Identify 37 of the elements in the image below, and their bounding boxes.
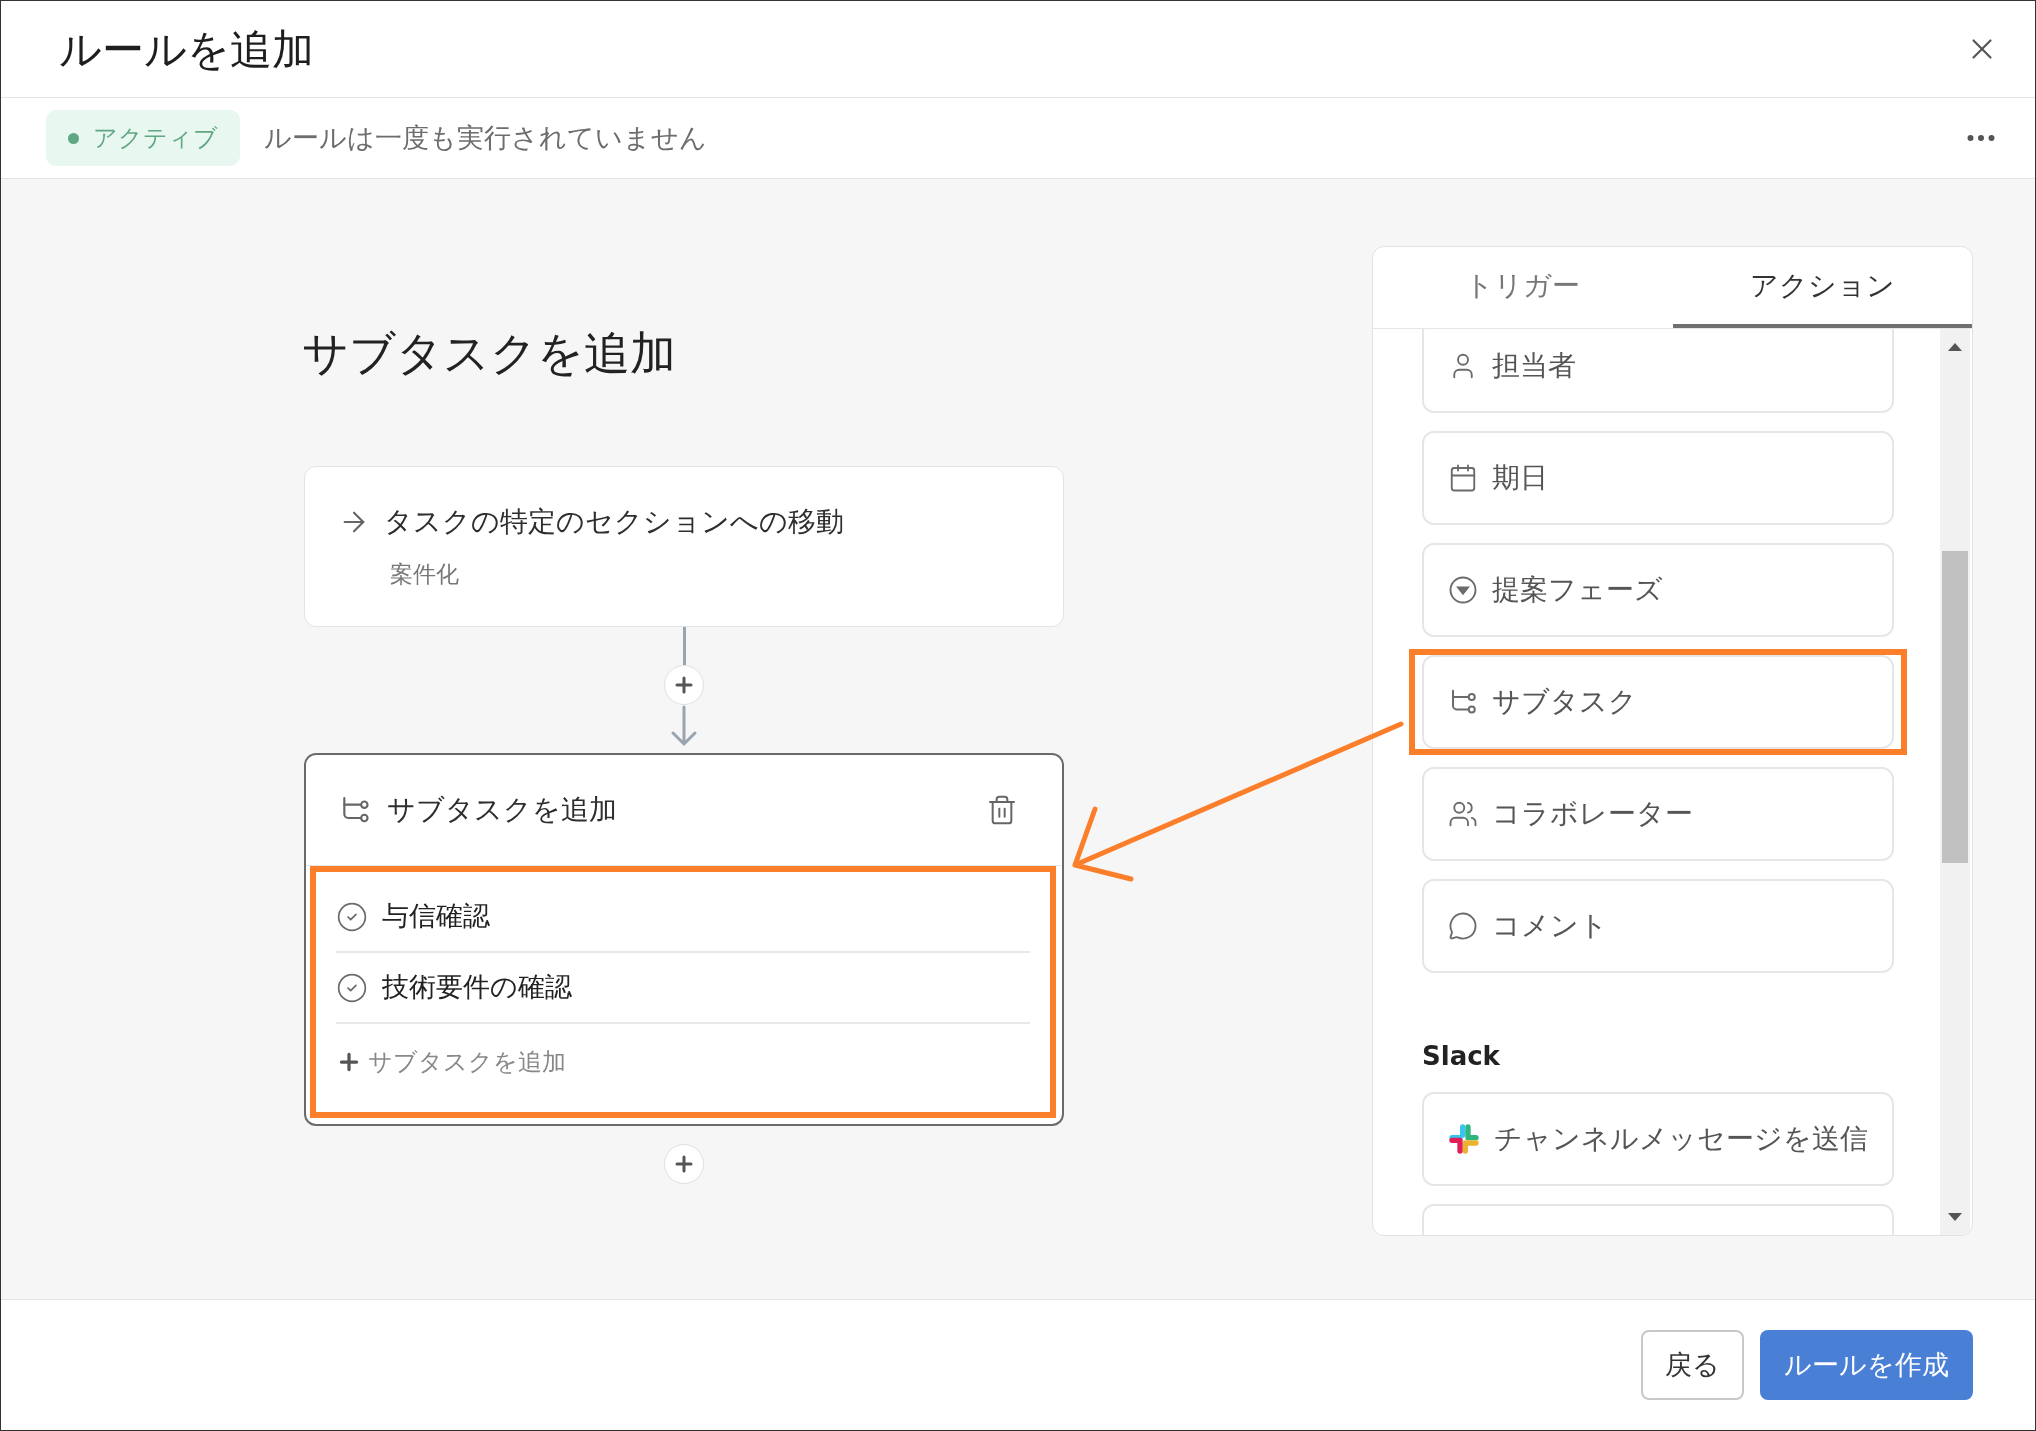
scroll-down-icon[interactable] <box>1948 1213 1962 1221</box>
slack-logo-icon <box>1448 1123 1480 1155</box>
action-option[interactable]: 期日 <box>1422 431 1894 525</box>
dialog-title: ルールを追加 <box>59 23 314 76</box>
canvas-heading: サブタスクを追加 <box>302 325 677 382</box>
action-option[interactable]: 担当者 <box>1422 329 1894 413</box>
check-circle-icon[interactable] <box>336 900 368 933</box>
action-option[interactable]: サブタスク <box>1422 655 1894 749</box>
action-option[interactable]: コラボレーター <box>1422 767 1894 861</box>
status-label: アクティブ <box>93 123 218 154</box>
action-title: サブタスクを追加 <box>387 792 617 828</box>
trigger-card[interactable]: タスクの特定のセクションへの移動 案件化 <box>304 466 1064 627</box>
down-arrow-icon <box>669 705 699 747</box>
calendar-icon <box>1448 463 1478 493</box>
action-option[interactable]: チャンネルメッセージを送信 <box>1422 1092 1894 1186</box>
back-button[interactable]: 戻る <box>1641 1330 1744 1400</box>
dropdown-circle-icon <box>1448 575 1478 605</box>
section-heading: Slack <box>1422 1040 1501 1073</box>
trigger-section: 案件化 <box>390 557 1063 592</box>
action-option[interactable]: 提案フェーズ <box>1422 543 1894 637</box>
subtask-row[interactable]: 与信確認 <box>336 882 1030 953</box>
check-circle-icon[interactable] <box>336 971 368 1004</box>
subtask-row[interactable]: 技術要件の確認 <box>336 953 1030 1024</box>
action-option[interactable]: コメント <box>1422 879 1894 973</box>
scrollbar[interactable] <box>1940 329 1970 1235</box>
add-step-button[interactable] <box>664 665 704 705</box>
add-step-button[interactable] <box>664 1144 704 1184</box>
scrollbar-thumb[interactable] <box>1942 551 1968 863</box>
add-subtask-button[interactable]: サブタスクを追加 <box>336 1044 566 1080</box>
status-message: ルールは一度も実行されていません <box>264 120 707 155</box>
people-icon <box>1448 799 1478 829</box>
trigger-title: タスクの特定のセクションへの移動 <box>384 504 844 541</box>
scroll-up-icon[interactable] <box>1948 343 1962 351</box>
create-rule-button[interactable]: ルールを作成 <box>1760 1330 1973 1400</box>
delete-icon[interactable] <box>986 794 1018 826</box>
panel-tab[interactable]: トリガー <box>1373 247 1673 328</box>
speech-bubble-icon <box>1448 911 1478 941</box>
